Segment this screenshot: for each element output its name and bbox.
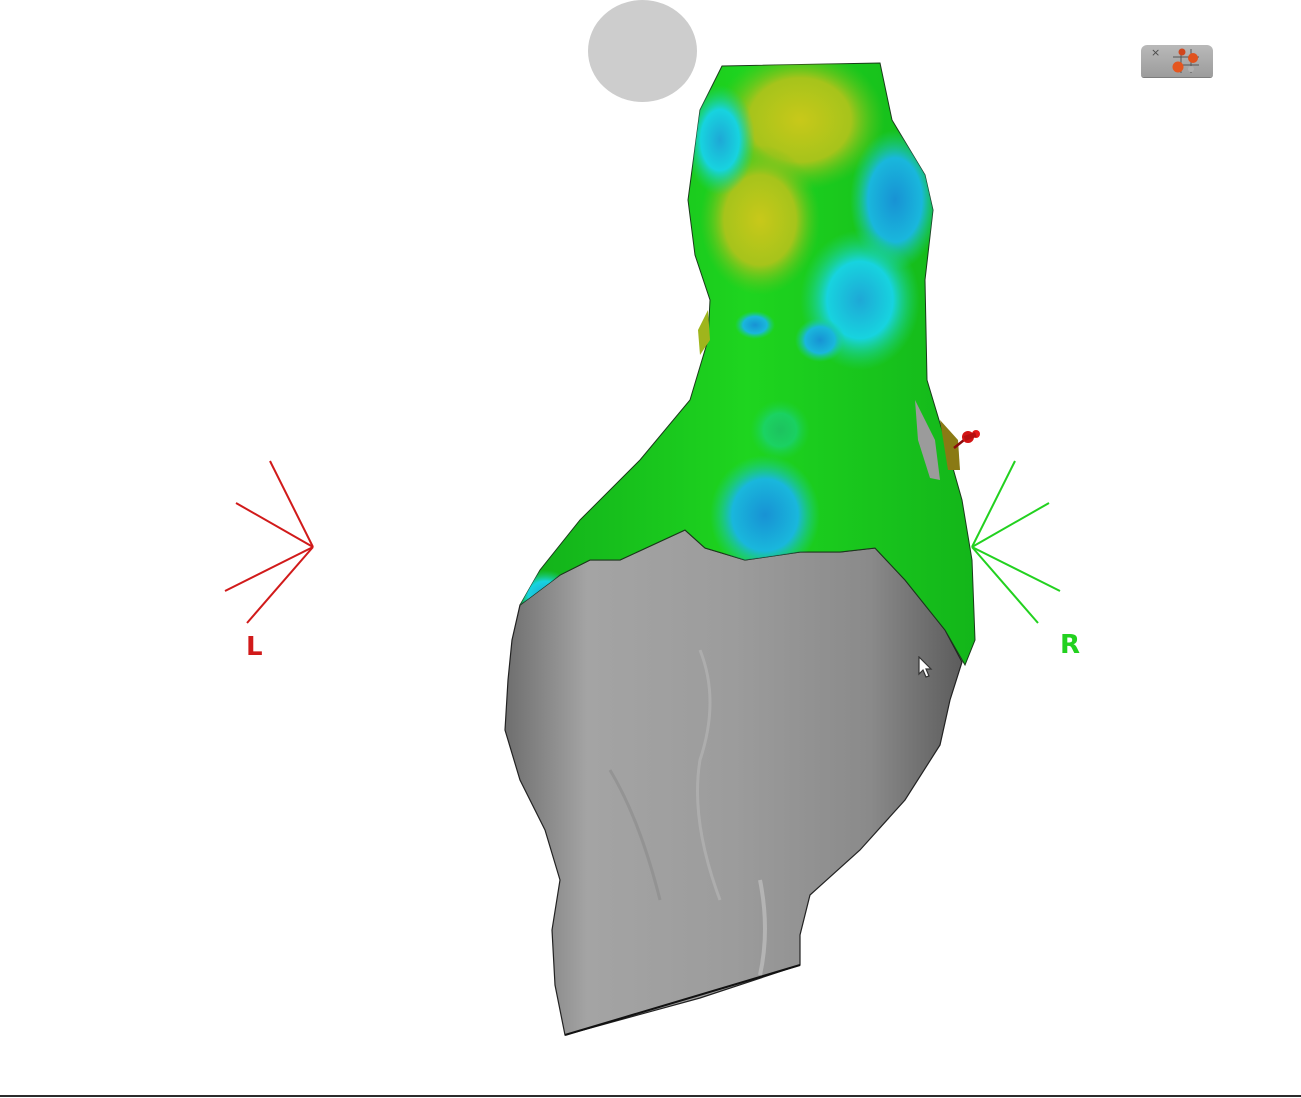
3d-map-viewport[interactable]: × L R [0, 0, 1301, 1098]
pin-icon[interactable] [950, 426, 982, 454]
mouse-cursor-icon [918, 656, 933, 678]
bottom-divider [0, 1095, 1301, 1097]
3d-anatomy-model[interactable] [0, 0, 1301, 1098]
